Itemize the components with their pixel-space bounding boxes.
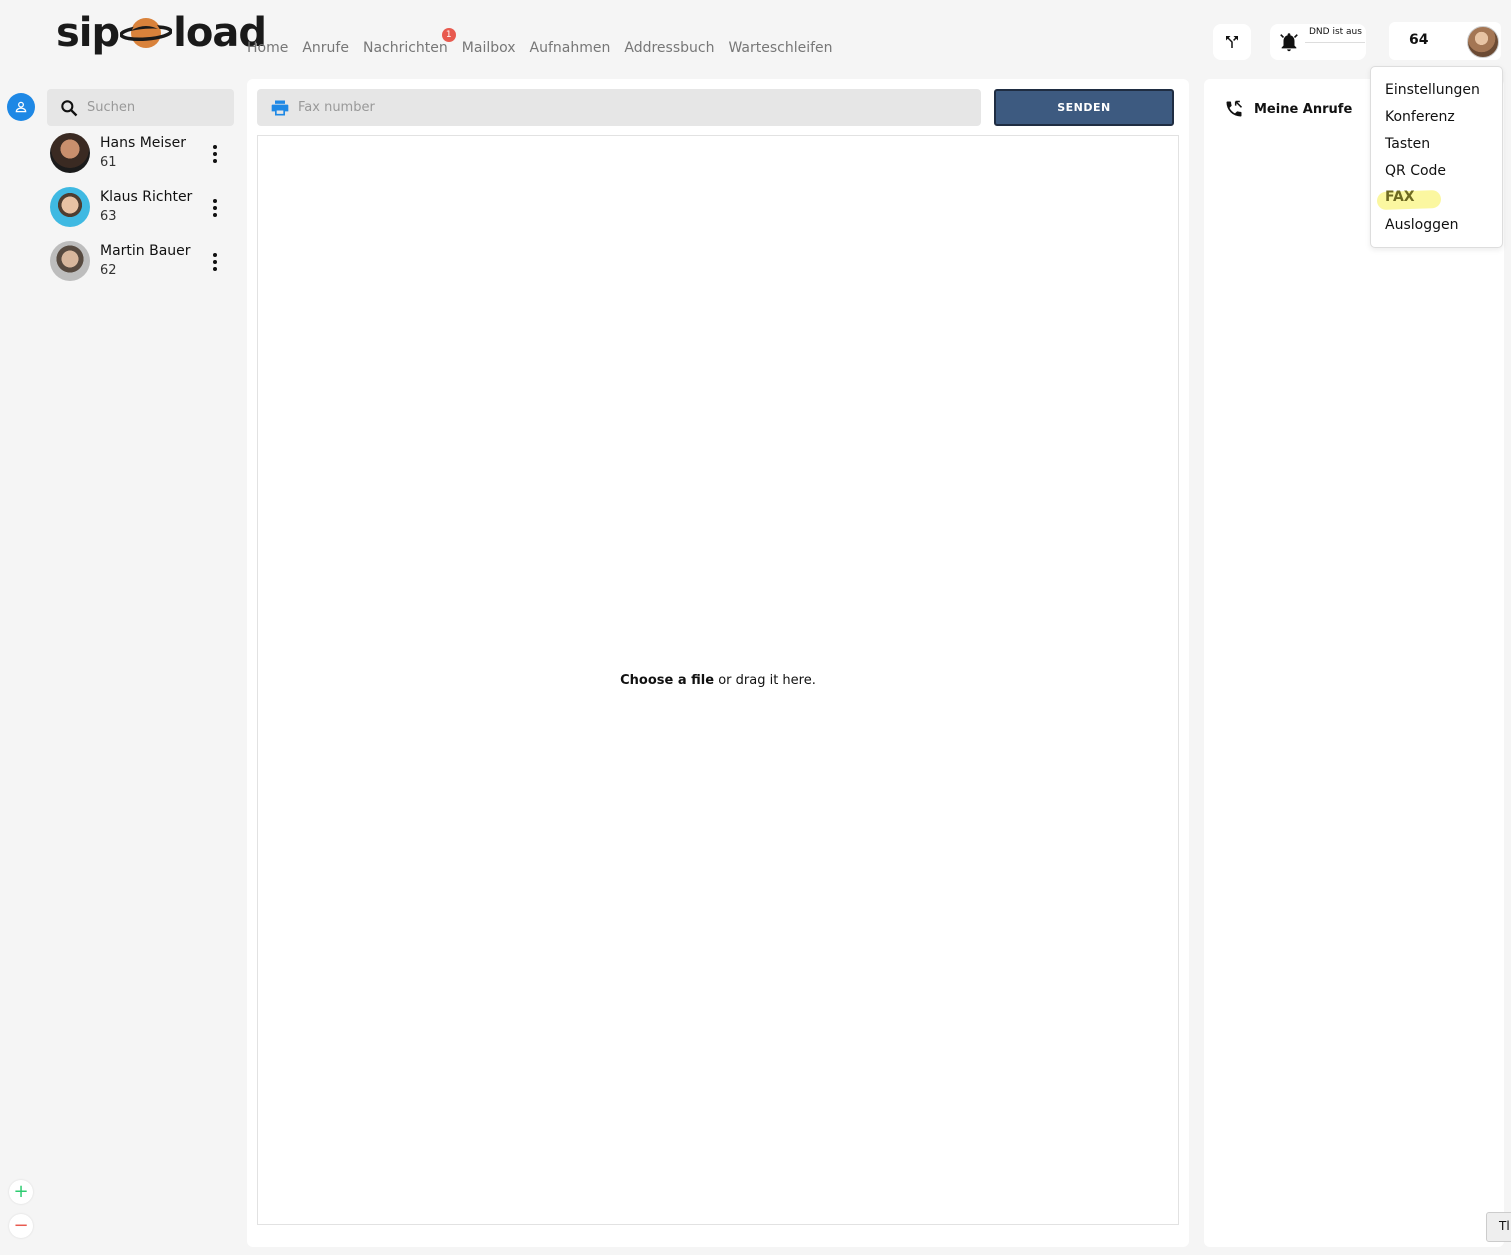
menu-item-tasten[interactable]: Tasten: [1385, 136, 1430, 152]
nav-nachrichten[interactable]: Nachrichten 1: [362, 28, 456, 56]
nav-aufnahmen[interactable]: Aufnahmen: [530, 40, 611, 56]
zoom-in-button[interactable]: +: [9, 1180, 33, 1204]
contact-name: Hans Meiser: [100, 135, 186, 151]
contact-avatar: [50, 187, 90, 227]
contact-name: Martin Bauer: [100, 243, 191, 259]
drag-hint: or drag it here.: [714, 672, 816, 688]
nav-mailbox[interactable]: Mailbox: [462, 40, 516, 56]
zoom-out-button[interactable]: −: [9, 1214, 33, 1238]
account-dropdown-menu: Einstellungen Konferenz Tasten QR Code F…: [1370, 66, 1503, 248]
calls-header: Meine Anrufe: [1224, 99, 1352, 119]
nav-home[interactable]: Home: [247, 40, 288, 56]
search-input[interactable]: [87, 100, 217, 115]
logo-left: sip: [56, 10, 120, 56]
contact-item[interactable]: Hans Meiser 61: [47, 133, 237, 187]
person-icon: [15, 101, 27, 113]
call-split-icon: [1226, 36, 1238, 48]
main-nav: Home Anrufe Nachrichten 1 Mailbox Aufnah…: [247, 28, 833, 56]
contact-name: Klaus Richter: [100, 189, 193, 205]
call-forward-button[interactable]: [1213, 24, 1251, 60]
planet-logo-icon: [120, 18, 173, 48]
nav-nachrichten-label: Nachrichten: [362, 40, 448, 56]
menu-item-einstellungen[interactable]: Einstellungen: [1385, 82, 1480, 98]
contact-extension: 63: [100, 209, 117, 224]
contact-avatar: [50, 133, 90, 173]
calls-panel: Meine Anrufe: [1204, 79, 1504, 1247]
menu-item-qr-code[interactable]: QR Code: [1385, 163, 1446, 179]
nav-anrufe[interactable]: Anrufe: [302, 40, 349, 56]
contact-extension: 61: [100, 155, 117, 170]
fax-panel: SENDEN Choose a file or drag it here.: [247, 79, 1189, 1247]
printer-icon: [271, 100, 289, 115]
file-dropzone[interactable]: Choose a file or drag it here.: [257, 135, 1179, 1225]
contact-item[interactable]: Klaus Richter 63: [47, 187, 237, 241]
menu-item-fax[interactable]: FAX: [1385, 189, 1415, 205]
contact-search: [47, 89, 234, 126]
logo[interactable]: sip load: [56, 8, 267, 58]
messages-badge: 1: [441, 28, 456, 42]
search-icon: [61, 99, 78, 116]
bell-icon: [1280, 33, 1298, 52]
menu-item-konferenz[interactable]: Konferenz: [1385, 109, 1455, 125]
choose-file-link[interactable]: Choose a file: [620, 673, 714, 688]
user-filter-button[interactable]: [7, 93, 35, 121]
corner-tab-button[interactable]: Tl: [1486, 1212, 1511, 1242]
menu-item-ausloggen[interactable]: Ausloggen: [1385, 217, 1458, 233]
fax-number-input[interactable]: [298, 100, 898, 115]
calls-title: Meine Anrufe: [1254, 101, 1353, 117]
nav-addressbuch[interactable]: Addressbuch: [624, 40, 714, 56]
more-options-icon[interactable]: [210, 145, 220, 163]
phone-callback-icon: [1226, 100, 1243, 117]
more-options-icon[interactable]: [210, 253, 220, 271]
own-avatar: [1467, 26, 1499, 58]
fax-number-field: [257, 89, 981, 126]
contact-extension: 62: [100, 263, 117, 278]
dnd-status-label: DND ist aus: [1309, 27, 1362, 37]
dnd-underline: [1305, 42, 1365, 43]
contact-list: Hans Meiser 61 Klaus Richter 63 Martin B…: [47, 133, 237, 295]
account-menu-button[interactable]: 64: [1389, 22, 1501, 60]
dropzone-text: Choose a file or drag it here.: [620, 673, 816, 688]
contact-item[interactable]: Martin Bauer 62: [47, 241, 237, 295]
nav-warteschleifen[interactable]: Warteschleifen: [728, 40, 832, 56]
app-root: sip load Home Anrufe Nachrichten 1 Mailb…: [0, 0, 1511, 1255]
send-button[interactable]: SENDEN: [994, 89, 1174, 126]
own-extension: 64: [1409, 32, 1429, 48]
more-options-icon[interactable]: [210, 199, 220, 217]
contact-avatar: [50, 241, 90, 281]
